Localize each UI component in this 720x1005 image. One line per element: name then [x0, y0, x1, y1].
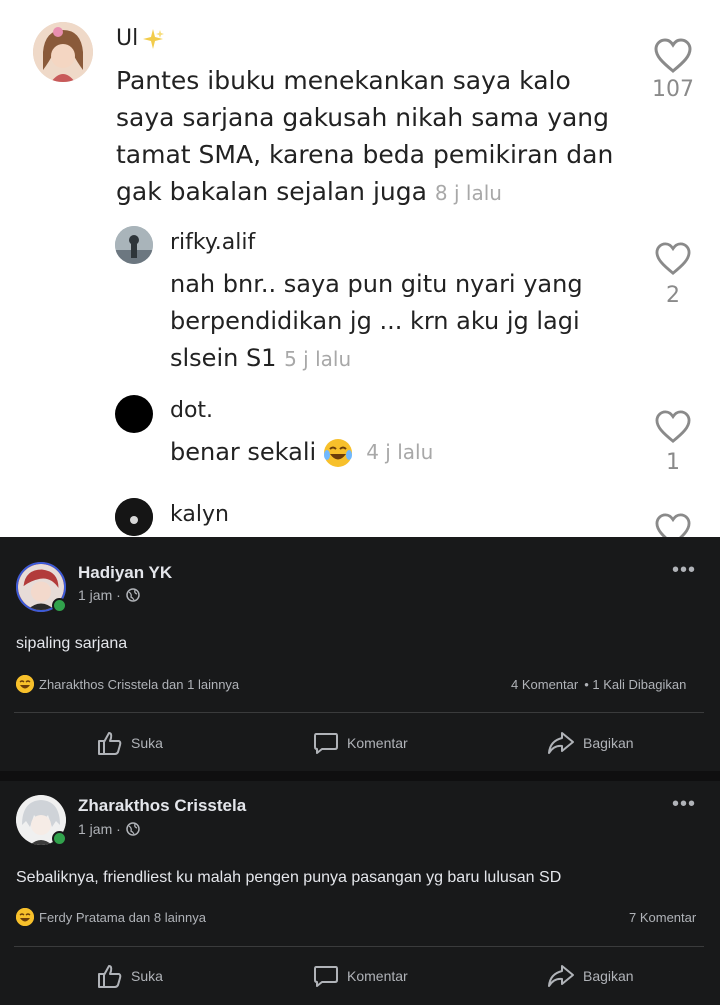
comment-username[interactable]: rifky.alif	[170, 230, 255, 255]
haha-reaction-icon	[16, 908, 34, 926]
facebook-feed: Hadiyan YK 1 jam · ••• sipaling sarjana …	[0, 537, 720, 1005]
online-status-indicator	[52, 831, 67, 846]
comment-text: Pantes ibuku menekankan saya kalo saya s…	[116, 66, 614, 206]
avatar[interactable]	[115, 498, 153, 536]
heart-icon[interactable]	[654, 38, 692, 74]
comment-icon	[314, 966, 338, 987]
comment-username[interactable]: kalyn	[170, 502, 229, 527]
comment-text: nah bnr.. saya pun gitu nyari yang berpe…	[170, 270, 583, 372]
avatar[interactable]	[16, 795, 67, 846]
comment-username[interactable]: Ul	[116, 26, 165, 51]
comment-icon	[314, 733, 338, 754]
comment-time: 4 j lalu	[366, 440, 434, 464]
avatar[interactable]	[33, 22, 93, 82]
share-icon	[548, 732, 574, 754]
laughing-emoji-icon	[324, 438, 353, 467]
haha-reaction-icon	[16, 675, 34, 693]
comment-text: benar sekali 4 j lalu	[170, 434, 630, 471]
heart-icon[interactable]	[655, 410, 691, 444]
post-separator	[0, 771, 720, 781]
comment-thread: Ul Pantes ibuku menekankan saya kalo say…	[0, 0, 720, 537]
post-text: sipaling sarjana	[16, 635, 128, 652]
post-author[interactable]: Hadiyan YK	[78, 563, 172, 583]
more-options-icon[interactable]: •••	[672, 559, 696, 582]
reactions-summary[interactable]: Ferdy Pratama dan 8 lainnya	[16, 908, 206, 926]
like-button[interactable]: Suka	[97, 730, 163, 756]
post-time[interactable]: 1 jam ·	[78, 821, 140, 837]
avatar[interactable]	[115, 226, 153, 264]
like-button[interactable]: Suka	[97, 963, 163, 989]
comment-count[interactable]: 4 Komentar	[511, 677, 578, 692]
avatar[interactable]	[16, 562, 67, 613]
divider	[14, 712, 704, 713]
thumbs-up-icon	[98, 965, 122, 988]
like-count: 2	[666, 283, 680, 308]
comment-time: 8 j lalu	[434, 181, 502, 205]
post-time[interactable]: 1 jam ·	[78, 587, 140, 603]
more-options-icon[interactable]: •••	[672, 793, 696, 816]
avatar[interactable]	[115, 395, 153, 433]
divider	[14, 946, 704, 947]
post-stats[interactable]: 4 Komentar • 1 Kali Dibagikan	[511, 677, 686, 692]
share-button[interactable]: Bagikan	[547, 730, 634, 756]
like-count: 107	[652, 77, 694, 102]
share-icon	[548, 965, 574, 987]
globe-icon	[126, 588, 140, 602]
comment-button[interactable]: Komentar	[313, 730, 408, 756]
sparkle-icon	[143, 28, 165, 49]
thumbs-up-icon	[98, 732, 122, 755]
share-count[interactable]: • 1 Kali Dibagikan	[584, 677, 686, 692]
heart-icon[interactable]	[655, 513, 691, 537]
comment-count[interactable]: 7 Komentar	[629, 910, 696, 925]
comment-username[interactable]: dot.	[170, 398, 213, 423]
post-author[interactable]: Zharakthos Crisstela	[78, 796, 246, 816]
reactions-summary[interactable]: Zharakthos Crisstela dan 1 lainnya	[16, 675, 239, 693]
comment-button[interactable]: Komentar	[313, 963, 408, 989]
comment-time: 5 j lalu	[284, 347, 352, 371]
heart-icon[interactable]	[655, 242, 691, 276]
globe-icon	[126, 822, 140, 836]
like-count: 1	[666, 450, 680, 475]
post-text: Sebaliknya, friendliest ku malah pengen …	[16, 869, 562, 886]
online-status-indicator	[52, 598, 67, 613]
share-button[interactable]: Bagikan	[547, 963, 634, 989]
